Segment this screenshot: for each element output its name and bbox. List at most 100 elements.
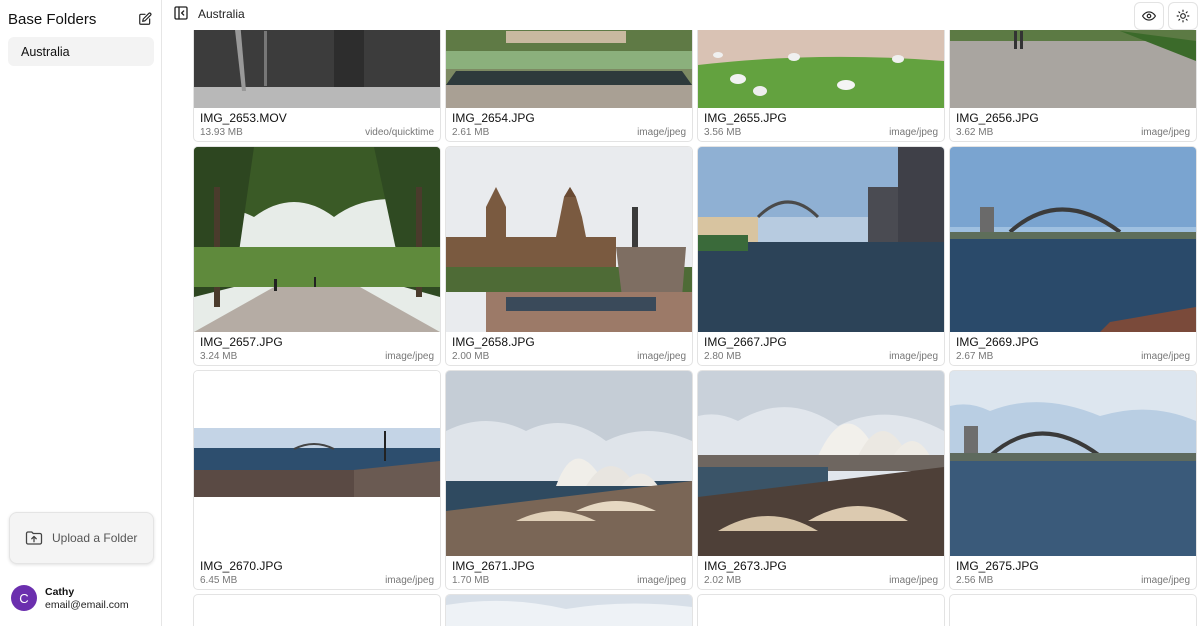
file-card[interactable]: IMG_2670.JPG 6.45 MB image/jpeg	[193, 370, 441, 590]
file-size: 2.80 MB	[704, 351, 742, 362]
file-thumbnail	[446, 30, 692, 108]
file-name: IMG_2670.JPG	[200, 559, 283, 573]
file-thumbnail	[194, 371, 440, 556]
file-meta: IMG_2656.JPG 3.62 MB image/jpeg	[950, 108, 1196, 141]
file-card[interactable]: IMG_2673.JPG 2.02 MB image/jpeg	[697, 370, 945, 590]
file-size: 2.61 MB	[452, 127, 490, 138]
file-thumbnail	[950, 595, 1196, 626]
file-size: 1.70 MB	[452, 575, 490, 586]
file-thumbnail	[446, 371, 692, 556]
app-window: Base Folders Australia Upload a Folder C	[0, 0, 1200, 626]
sidebar-title: Base Folders	[8, 10, 97, 28]
sidebar: Base Folders Australia Upload a Folder C	[0, 0, 162, 626]
file-thumbnail	[446, 595, 692, 626]
edit-icon[interactable]	[136, 10, 154, 28]
file-meta: IMG_2669.JPG 2.67 MB image/jpeg	[950, 332, 1196, 365]
file-size: 3.24 MB	[200, 351, 238, 362]
upload-folder-label: Upload a Folder	[52, 531, 138, 545]
file-card[interactable]: IMG_2658.JPG 2.00 MB image/jpeg	[445, 146, 693, 366]
file-thumbnail	[950, 147, 1196, 332]
file-thumbnail	[698, 371, 944, 556]
file-meta: IMG_2658.JPG 2.00 MB image/jpeg	[446, 332, 692, 365]
file-size: 6.45 MB	[200, 575, 238, 586]
user-info: Cathy email@email.com	[45, 586, 129, 611]
file-type: image/jpeg	[889, 127, 938, 138]
file-meta: IMG_2670.JPG 6.45 MB image/jpeg	[194, 556, 440, 589]
eye-icon	[1142, 9, 1156, 23]
file-name: IMG_2673.JPG	[704, 559, 787, 573]
file-card[interactable]	[193, 594, 441, 626]
topbar: Australia	[162, 0, 1200, 30]
file-size: 2.56 MB	[956, 575, 994, 586]
file-card[interactable]: IMG_2657.JPG 3.24 MB image/jpeg	[193, 146, 441, 366]
file-card[interactable]: IMG_2656.JPG 3.62 MB image/jpeg	[949, 30, 1197, 142]
file-meta: IMG_2657.JPG 3.24 MB image/jpeg	[194, 332, 440, 365]
file-thumbnail	[950, 371, 1196, 556]
file-thumbnail	[194, 147, 440, 332]
file-type: image/jpeg	[889, 575, 938, 586]
file-name: IMG_2671.JPG	[452, 559, 535, 573]
theme-toggle-button[interactable]	[1168, 2, 1198, 30]
upload-folder-button[interactable]: Upload a Folder	[9, 512, 154, 564]
file-type: image/jpeg	[637, 351, 686, 362]
file-thumbnail	[698, 30, 944, 108]
file-card[interactable]	[697, 594, 945, 626]
file-card[interactable]: IMG_2655.JPG 3.56 MB image/jpeg	[697, 30, 945, 142]
file-name: IMG_2657.JPG	[200, 335, 283, 349]
file-card[interactable]: IMG_2675.JPG 2.56 MB image/jpeg	[949, 370, 1197, 590]
file-name: IMG_2656.JPG	[956, 111, 1039, 125]
file-type: image/jpeg	[637, 127, 686, 138]
file-size: 2.00 MB	[452, 351, 490, 362]
file-type: image/jpeg	[1141, 127, 1190, 138]
file-thumbnail	[194, 30, 440, 108]
sun-icon	[1176, 9, 1190, 23]
file-card[interactable]: IMG_2669.JPG 2.67 MB image/jpeg	[949, 146, 1197, 366]
file-size: 2.67 MB	[956, 351, 994, 362]
file-type: image/jpeg	[385, 575, 434, 586]
sidebar-header: Base Folders	[8, 8, 154, 30]
file-card[interactable]	[445, 594, 693, 626]
user-name: Cathy	[45, 585, 75, 598]
file-name: IMG_2675.JPG	[956, 559, 1039, 573]
file-thumbnail	[698, 595, 944, 626]
file-thumbnail	[698, 147, 944, 332]
file-meta: IMG_2654.JPG 2.61 MB image/jpeg	[446, 108, 692, 141]
file-name: IMG_2669.JPG	[956, 335, 1039, 349]
file-name: IMG_2654.JPG	[452, 111, 535, 125]
sidebar-collapse-icon[interactable]	[172, 4, 190, 22]
file-type: image/jpeg	[889, 351, 938, 362]
file-type: image/jpeg	[385, 351, 434, 362]
file-size: 3.62 MB	[956, 127, 994, 138]
file-grid: IMG_2653.MOV 13.93 MB video/quicktime IM…	[193, 30, 1200, 626]
file-card[interactable]: IMG_2671.JPG 1.70 MB image/jpeg	[445, 370, 693, 590]
avatar: C	[11, 585, 37, 611]
folder-upload-icon	[25, 530, 43, 546]
file-name: IMG_2653.MOV	[200, 111, 287, 125]
file-type: image/jpeg	[1141, 351, 1190, 362]
file-type: image/jpeg	[1141, 575, 1190, 586]
preview-toggle-button[interactable]	[1134, 2, 1164, 30]
file-type: image/jpeg	[637, 575, 686, 586]
user-profile[interactable]: C Cathy email@email.com	[11, 585, 129, 611]
file-thumbnail	[446, 147, 692, 332]
file-card[interactable]: IMG_2654.JPG 2.61 MB image/jpeg	[445, 30, 693, 142]
sidebar-item-australia[interactable]: Australia	[8, 37, 154, 66]
file-name: IMG_2658.JPG	[452, 335, 535, 349]
file-card[interactable]	[949, 594, 1197, 626]
file-meta: IMG_2667.JPG 2.80 MB image/jpeg	[698, 332, 944, 365]
file-card[interactable]: IMG_2667.JPG 2.80 MB image/jpeg	[697, 146, 945, 366]
file-meta: IMG_2671.JPG 1.70 MB image/jpeg	[446, 556, 692, 589]
file-name: IMG_2667.JPG	[704, 335, 787, 349]
file-type: video/quicktime	[365, 127, 434, 138]
file-meta: IMG_2673.JPG 2.02 MB image/jpeg	[698, 556, 944, 589]
user-email: email@email.com	[45, 598, 129, 611]
file-card[interactable]: IMG_2653.MOV 13.93 MB video/quicktime	[193, 30, 441, 142]
file-meta: IMG_2653.MOV 13.93 MB video/quicktime	[194, 108, 440, 141]
file-meta: IMG_2655.JPG 3.56 MB image/jpeg	[698, 108, 944, 141]
file-meta: IMG_2675.JPG 2.56 MB image/jpeg	[950, 556, 1196, 589]
sidebar-item-label: Australia	[21, 44, 70, 59]
file-name: IMG_2655.JPG	[704, 111, 787, 125]
breadcrumb[interactable]: Australia	[198, 7, 245, 21]
file-thumbnail	[194, 595, 440, 626]
file-thumbnail	[950, 30, 1196, 108]
